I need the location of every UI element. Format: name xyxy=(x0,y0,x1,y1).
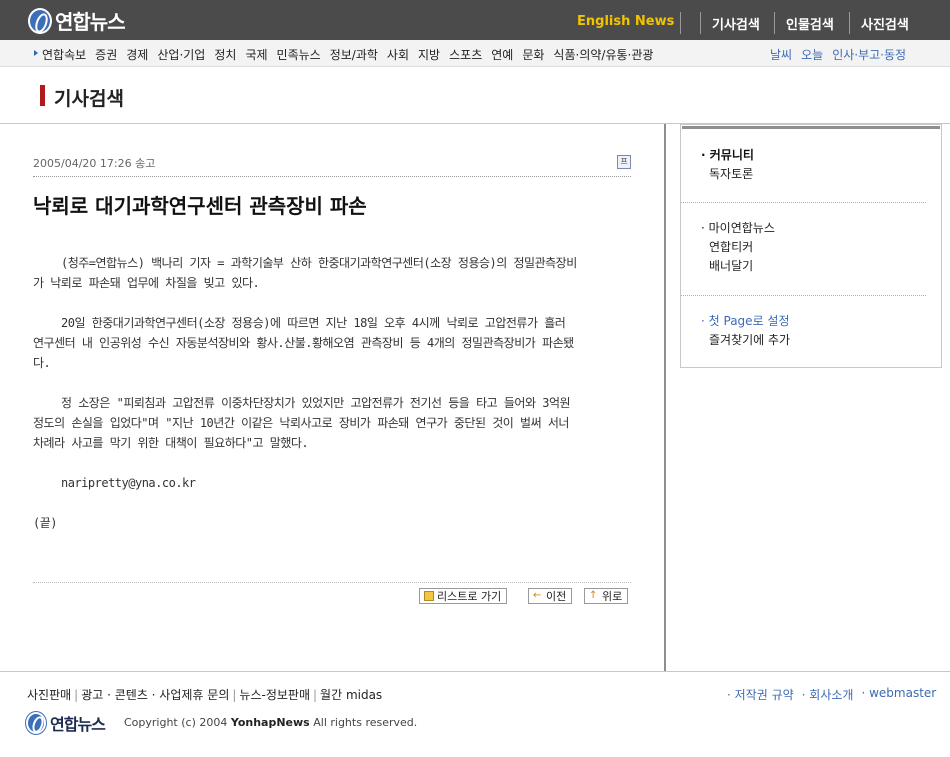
footer-links: 사진판매 | 광고 · 콘텐츠 · 사업제휴 문의 | 뉴스-정보판매 | 월간 midas xyxy=(27,686,382,703)
english-news-link[interactable]: English News xyxy=(577,14,674,29)
sidebar-top-border xyxy=(682,126,940,129)
category-nav: 연합속보 증권 경제 산업·기업 정치 국제 민족뉴스 정보/과학 사회 지방 … xyxy=(0,40,950,67)
category-politics[interactable]: 정치 xyxy=(214,46,236,63)
person-search-link[interactable]: 인물검색 xyxy=(786,14,834,33)
print-icon[interactable]: 프 xyxy=(617,155,631,169)
article-paragraph: 20일 한중대기과학연구센터(소장 정용승)에 따르면 지난 18일 오후 4시… xyxy=(33,316,574,370)
sidebar-heading: · 커뮤니티 xyxy=(701,148,754,162)
divider xyxy=(680,12,681,34)
sidebar-item-reader-forum[interactable]: 독자토론 xyxy=(701,165,754,184)
category-it-science[interactable]: 정보/과학 xyxy=(330,46,378,63)
divider xyxy=(774,12,775,34)
category-society[interactable]: 사회 xyxy=(387,46,409,63)
separator: | xyxy=(232,688,237,702)
category-breaking[interactable]: 연합속보 xyxy=(42,46,86,63)
yonhap-logo-icon xyxy=(28,7,52,34)
arrow-up-icon: ↑ xyxy=(589,590,598,601)
yonhap-logo-icon xyxy=(26,712,46,734)
copyright-policy-link[interactable]: · 저작권 규약 xyxy=(727,686,794,703)
article-headline: 낙뢰로 대기과학연구센터 관측장비 파손 xyxy=(33,194,367,218)
people-news-link[interactable]: 인사·부고·동정 xyxy=(832,46,906,63)
footer-photo-sales-link[interactable]: 사진판매 xyxy=(27,688,71,702)
scroll-top-label: 위로 xyxy=(602,590,623,603)
title-accent-bar xyxy=(40,85,45,106)
category-culture[interactable]: 문화 xyxy=(522,46,544,63)
previous-label: 이전 xyxy=(546,590,567,603)
footer-logo-text: 연합뉴스 xyxy=(50,715,106,734)
divider xyxy=(700,12,701,34)
footer-ad-inquiry-link[interactable]: 광고 · 콘텐츠 · 사업제휴 문의 xyxy=(81,688,229,702)
top-bar: 연합뉴스 English News 기사검색 인물검색 사진검색 xyxy=(0,0,950,40)
separator: | xyxy=(313,688,318,702)
category-list: 연합속보 증권 경제 산업·기업 정치 국제 민족뉴스 정보/과학 사회 지방 … xyxy=(42,46,653,63)
footer-midas-link[interactable]: 월간 midas xyxy=(320,688,382,702)
separator: | xyxy=(74,688,79,702)
category-entertainment[interactable]: 연예 xyxy=(491,46,513,63)
category-stocks[interactable]: 증권 xyxy=(95,46,117,63)
page-title: 기사검색 xyxy=(54,88,124,110)
footer-news-sales-link[interactable]: 뉴스-정보판매 xyxy=(239,688,310,702)
list-icon xyxy=(424,591,434,601)
article-paragraph: 정 소장은 "피뢰침과 고압전류 이중차단장치가 있었지만 고압전류가 전기선 … xyxy=(33,396,571,450)
reporter-email[interactable]: naripretty@yna.co.kr xyxy=(33,473,578,493)
arrow-left-icon: ← xyxy=(533,590,542,601)
photo-search-link[interactable]: 사진검색 xyxy=(861,14,909,33)
sidebar-item-ticker[interactable]: 연합티커 xyxy=(701,238,775,257)
add-bookmark-link[interactable]: 즐겨찾기에 추가 xyxy=(701,331,790,350)
divider xyxy=(681,295,926,296)
article-meta: 2005/04/20 17:26 송고 xyxy=(33,157,156,170)
yonhap-logo[interactable]: 연합뉴스 xyxy=(28,6,126,35)
category-sports[interactable]: 스포츠 xyxy=(449,46,482,63)
scroll-top-button[interactable]: ↑ 위로 xyxy=(584,588,629,604)
bullet-arrow-icon xyxy=(34,50,38,56)
my-yonhap-group: · 마이연합뉴스 연합티커 배너달기 xyxy=(701,219,775,276)
weather-link[interactable]: 날씨 xyxy=(770,46,792,63)
back-to-list-button[interactable]: 리스트로 가기 xyxy=(419,588,508,604)
category-international[interactable]: 국제 xyxy=(245,46,267,63)
category-korean-news[interactable]: 민족뉴스 xyxy=(277,46,321,63)
article-body: (청주=연합뉴스) 백나리 기자 = 과학기술부 산하 한중대기과학연구센터(소… xyxy=(33,253,578,553)
sidebar-item-banner[interactable]: 배너달기 xyxy=(701,257,775,276)
divider xyxy=(849,12,850,34)
article-search-link[interactable]: 기사검색 xyxy=(712,14,760,33)
divider xyxy=(33,582,631,583)
category-food-retail[interactable]: 식품·의약/유통·관광 xyxy=(553,46,653,63)
article-end-mark: (끝) xyxy=(33,516,58,530)
logo-text: 연합뉴스 xyxy=(55,10,126,34)
back-to-list-label: 리스트로 가기 xyxy=(437,590,502,603)
sidebar-item-my-yonhap[interactable]: · 마이연합뉴스 xyxy=(701,219,775,238)
company-intro-link[interactable]: · 회사소개 xyxy=(802,686,854,703)
category-industry[interactable]: 산업·기업 xyxy=(157,46,205,63)
divider xyxy=(33,176,631,177)
category-regional[interactable]: 지방 xyxy=(418,46,440,63)
set-homepage-link[interactable]: · 첫 Page로 설정 xyxy=(701,312,790,331)
article-paragraph: (청주=연합뉴스) 백나리 기자 = 과학기술부 산하 한중대기과학연구센터(소… xyxy=(33,256,577,290)
today-link[interactable]: 오늘 xyxy=(801,46,823,63)
divider xyxy=(681,202,926,203)
community-group: · 커뮤니티 독자토론 xyxy=(701,146,754,184)
copyright-text: Copyright (c) 2004 YonhapNews All rights… xyxy=(124,716,418,729)
previous-button[interactable]: ← 이전 xyxy=(528,588,573,604)
divider xyxy=(0,671,950,672)
footer-logo: 연합뉴스 xyxy=(26,711,106,735)
category-economy[interactable]: 경제 xyxy=(126,46,148,63)
utility-links: 날씨 오늘 인사·부고·동정 xyxy=(770,46,906,63)
footer-right-links: · 저작권 규약 · 회사소개 · webmaster xyxy=(727,686,936,703)
webmaster-link[interactable]: · webmaster xyxy=(861,686,936,703)
settings-group: · 첫 Page로 설정 즐겨찾기에 추가 xyxy=(701,312,790,350)
